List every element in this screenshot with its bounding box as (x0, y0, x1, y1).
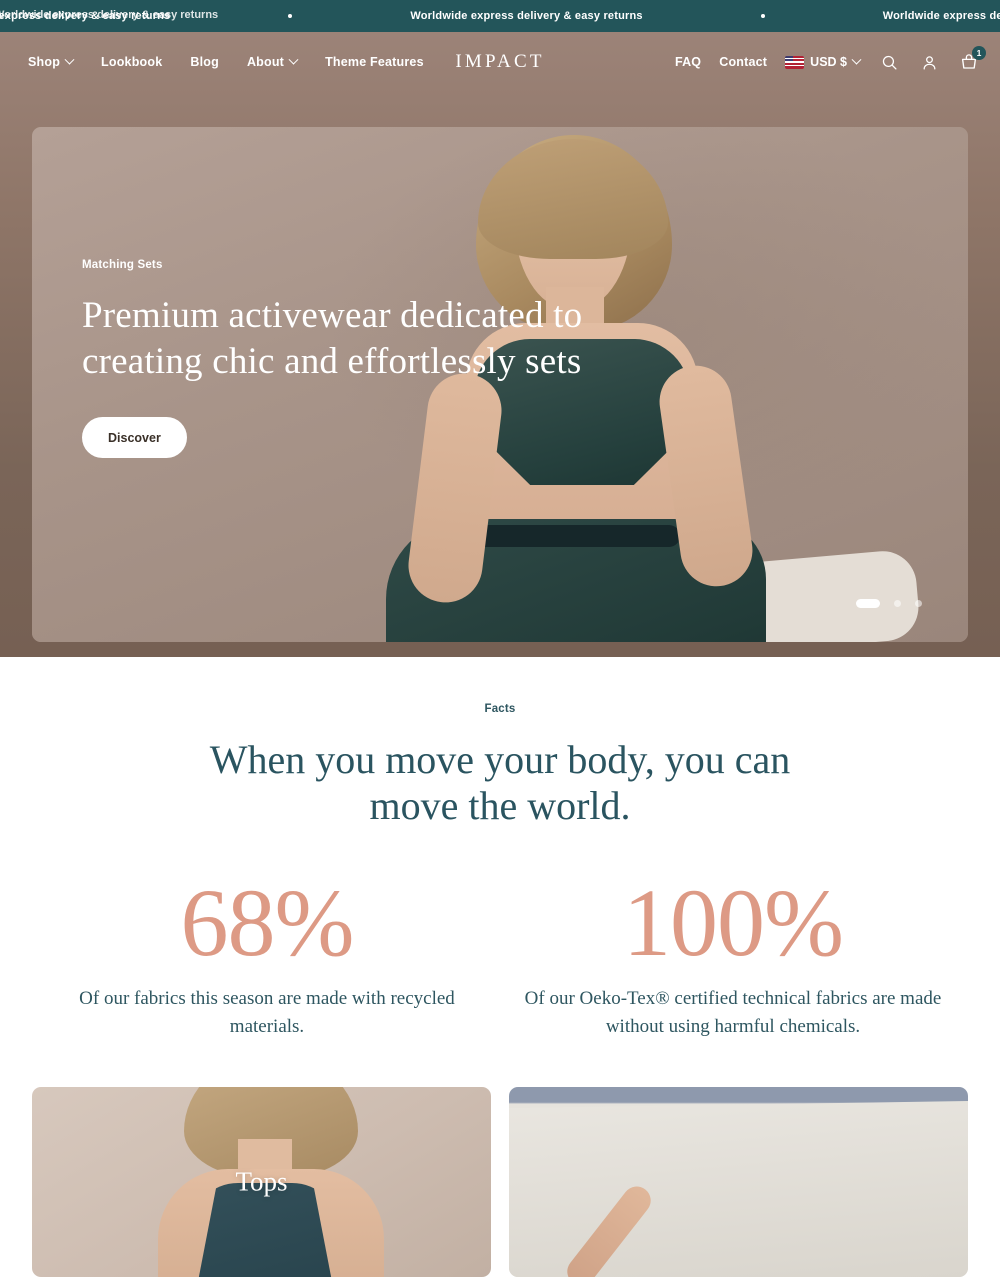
nav-item-label: Blog (190, 55, 219, 69)
account-icon[interactable] (918, 51, 940, 73)
nav-item-lookbook[interactable]: Lookbook (101, 55, 162, 69)
slider-dot-2[interactable] (894, 600, 901, 607)
currency-label: USD $ (810, 55, 847, 69)
us-flag-icon (785, 55, 805, 69)
hero-section: Shop Lookbook Blog About Theme Features … (0, 32, 1000, 657)
nav-item-blog[interactable]: Blog (190, 55, 219, 69)
hero-slider-pagination (856, 599, 922, 608)
search-icon[interactable] (878, 51, 900, 73)
chevron-down-icon (288, 54, 299, 65)
nav-item-label: Lookbook (101, 55, 163, 69)
nav-item-label: Contact (719, 55, 768, 69)
nav-item-label: Shop (28, 55, 61, 69)
chevron-down-icon (64, 54, 75, 65)
stat-item: 100% Of our Oeko-Tex® certified technica… (500, 871, 966, 1041)
primary-nav: Shop Lookbook Blog About Theme Features (28, 54, 424, 69)
currency-selector[interactable]: USD $ (785, 54, 862, 69)
nav-item-label: FAQ (674, 55, 702, 69)
main-navigation: Shop Lookbook Blog About Theme Features … (0, 32, 1000, 92)
facts-eyebrow: Facts (484, 703, 516, 715)
nav-item-shop[interactable]: Shop (28, 54, 75, 69)
dot-separator-icon (760, 14, 765, 18)
announcement-bar: Worldwide express delivery & easy return… (0, 0, 1000, 32)
collection-image (509, 1101, 968, 1277)
discover-button[interactable]: Discover (82, 417, 187, 458)
chevron-down-icon (851, 54, 862, 65)
hero-title: Premium activewear dedicated to creating… (82, 295, 583, 382)
announcement-message: Worldwide express delivery & easy return… (882, 10, 1000, 22)
collection-card-tops[interactable]: Tops (32, 1087, 491, 1277)
collection-card-label: Tops (235, 1166, 288, 1197)
collection-cards: Tops (0, 1041, 1000, 1277)
hero-copy: Matching Sets Premium activewear dedicat… (82, 259, 602, 458)
nav-item-about[interactable]: About (246, 54, 299, 69)
cart-icon[interactable]: 1 (958, 46, 986, 73)
stats-row: 68% Of our fabrics this season are made … (0, 871, 1000, 1041)
facts-section: Facts When you move your body, you can m… (0, 657, 1000, 1041)
stat-item: 68% Of our fabrics this season are made … (34, 871, 500, 1041)
announcement-message: Worldwide express delivery & easy return… (410, 10, 643, 22)
stat-description: Of our fabrics this season are made with… (79, 988, 455, 1037)
hero-eyebrow: Matching Sets (82, 259, 163, 271)
hero-slide[interactable]: Matching Sets Premium activewear dedicat… (32, 127, 968, 642)
stat-description: Of our Oeko-Tex® certified technical fab… (524, 988, 942, 1037)
nav-item-contact[interactable]: Contact (719, 55, 767, 69)
dot-separator-icon (288, 14, 293, 18)
nav-item-theme-features[interactable]: Theme Features (325, 55, 424, 69)
nav-item-label: Theme Features (325, 55, 424, 69)
stat-value: 68% (180, 869, 355, 976)
facts-title: When you move your body, you can move th… (209, 737, 791, 828)
collection-card-secondary[interactable] (509, 1087, 968, 1277)
slider-dot-3[interactable] (915, 600, 922, 607)
nav-item-faq[interactable]: FAQ (675, 55, 701, 69)
cart-count-badge: 1 (972, 46, 986, 60)
utility-nav: FAQ Contact USD $ 1 (675, 46, 986, 73)
nav-item-label: About (246, 55, 285, 69)
announcement-message-overlap: Worldwide express delivery & easy return… (0, 9, 219, 21)
stat-value: 100% (623, 869, 844, 976)
slider-dot-1[interactable] (856, 599, 880, 608)
site-logo[interactable]: IMPACT (455, 51, 544, 73)
